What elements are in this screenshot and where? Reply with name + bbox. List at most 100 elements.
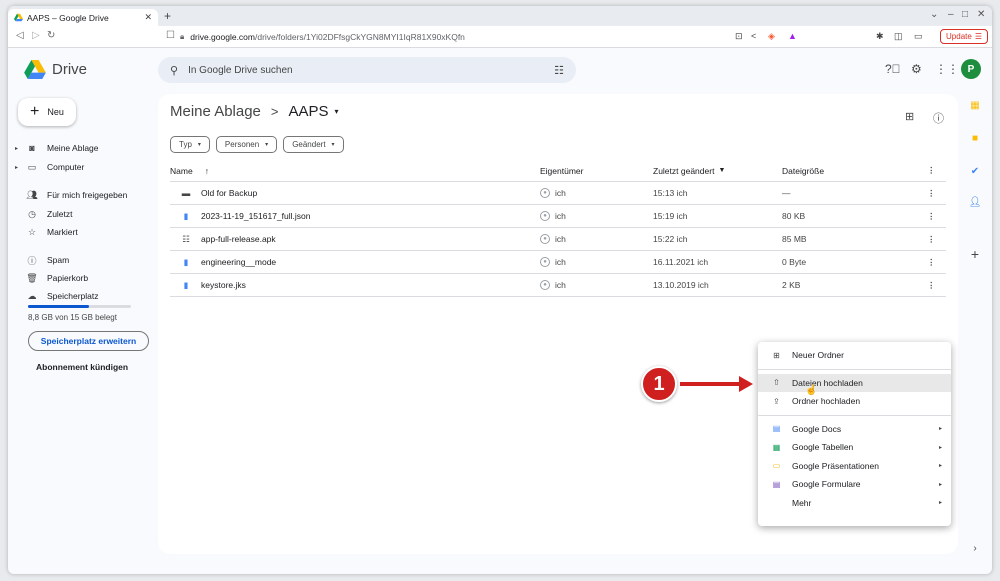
new-tab-icon[interactable]: + xyxy=(164,9,171,23)
new-button[interactable]: + Neu xyxy=(18,98,76,126)
sidebar-item-shared[interactable]: 👥︎ Für mich freigegeben xyxy=(8,187,158,203)
search-icon: ⚲ xyxy=(170,64,179,77)
breadcrumb-current[interactable]: AAPS xyxy=(289,103,329,120)
file-name: Old for Backup xyxy=(201,188,258,198)
chip-type[interactable]: Typ ▾ xyxy=(170,136,210,153)
table-row[interactable]: ▮ 2023-11-19_151617_full.json ● ich 15:19 … xyxy=(170,205,946,228)
help-icon[interactable]: ?⃝ xyxy=(885,62,901,76)
more-options-icon[interactable]: ⋮ xyxy=(927,274,936,296)
share-icon[interactable]: < xyxy=(751,31,756,41)
chip-modified[interactable]: Geändert ▾ xyxy=(283,136,344,153)
address-bar: ◁ ▷ ↻ ☐ 🔒︎ drive.google.com/drive/folder… xyxy=(8,26,992,48)
bookmark-icon[interactable]: ☐ xyxy=(166,30,175,41)
expand-arrow-icon[interactable]: ▸ xyxy=(8,145,18,152)
chip-people[interactable]: Personen ▾ xyxy=(215,136,278,153)
browser-window: AAPS – Google Drive ✕ + ⌄ – □ ✕ ◁ ▷ ↻ ☐ … xyxy=(8,6,992,574)
sidebar-item-starred[interactable]: ☆ Markiert xyxy=(8,224,158,240)
expand-arrow-icon[interactable]: ▸ xyxy=(8,164,18,171)
menu-item-label: Google Formulare xyxy=(792,479,861,490)
file-icon: ▮ xyxy=(183,256,189,267)
sidebar-item-spam[interactable]: ⓘ Spam xyxy=(8,252,158,268)
settings-icon[interactable]: ⚙ xyxy=(911,62,922,76)
table-row[interactable]: ▮ keystore.jks ● ich 13.10.2019 ich 2 KB ⋮ xyxy=(170,274,946,297)
col-modified[interactable]: Zuletzt geändert ▼ xyxy=(653,160,725,181)
grid-view-icon[interactable]: ⊞ xyxy=(905,110,914,123)
more-options-icon[interactable]: ⋮ xyxy=(927,251,936,273)
search-options-icon[interactable]: ☷ xyxy=(554,64,564,77)
forward-icon[interactable]: ▷ xyxy=(32,30,40,41)
maximize-icon[interactable]: □ xyxy=(962,9,968,20)
avatar[interactable]: P xyxy=(961,59,981,79)
more-options-icon[interactable]: ⋮ xyxy=(927,182,936,204)
extend-storage-button[interactable]: Speicherplatz erweitern xyxy=(28,331,149,351)
file-modified: 15:13 ich xyxy=(653,188,688,198)
tab-drive[interactable]: AAPS – Google Drive ✕ xyxy=(8,9,158,26)
minimize-icon[interactable]: – xyxy=(948,9,954,20)
file-size: 85 MB xyxy=(782,234,807,244)
sidebar-item-label: Zuletzt xyxy=(47,209,73,219)
menu-item-google-forms[interactable]: ▤ Google Formulare ▸ xyxy=(758,475,951,494)
table-row[interactable]: ☷ app-full-release.apk ● ich 15:22 ich 85 … xyxy=(170,228,946,251)
file-owner: ich xyxy=(555,234,566,244)
add-addon-icon[interactable]: + xyxy=(967,246,983,262)
table-row[interactable]: ▬ Old for Backup ● ich 15:13 ich — ⋮ xyxy=(170,182,946,205)
brave-shield-icon[interactable]: ◈ xyxy=(768,31,775,42)
calendar-icon[interactable]: ▦ xyxy=(967,97,983,113)
sidebar-item-storage[interactable]: ☁︎ Speicherplatz xyxy=(8,288,158,304)
menu-item-label: Ordner hochladen xyxy=(792,396,861,407)
expand-panel-icon[interactable]: › xyxy=(967,540,983,556)
extensions-icon[interactable]: ✱ xyxy=(876,31,884,42)
url-field[interactable]: 🔒︎ drive.google.com/drive/folders/1Yi02D… xyxy=(180,29,942,45)
menu-item-google-sheets[interactable]: ▦ Google Tabellen ▸ xyxy=(758,438,951,457)
dropdown-caret-icon[interactable]: ▾ xyxy=(335,107,339,116)
brave-rewards-icon[interactable]: ▲ xyxy=(788,31,797,41)
back-icon[interactable]: ◁ xyxy=(16,30,24,41)
keep-icon[interactable]: ■ xyxy=(967,130,983,146)
search-input[interactable]: ⚲ In Google Drive suchen ☷ xyxy=(158,57,576,83)
wallet-icon[interactable]: ▭ xyxy=(914,31,923,42)
new-label: Neu xyxy=(47,107,64,117)
tab-search-icon[interactable]: ⌄ xyxy=(930,9,938,20)
clock-icon: ◷ xyxy=(28,208,36,219)
sidebar-item-my-drive[interactable]: ▸ ◙ Meine Ablage xyxy=(8,140,158,156)
column-options-icon[interactable]: ⋮ xyxy=(927,160,936,181)
menu-item-google-slides[interactable]: ▭ Google Präsentationen ▸ xyxy=(758,457,951,476)
col-name[interactable]: Name ↑ xyxy=(170,160,209,181)
close-window-icon[interactable]: ✕ xyxy=(977,9,985,20)
details-icon[interactable]: ⓘ xyxy=(933,110,944,126)
col-owner[interactable]: Eigentümer xyxy=(540,160,583,181)
menu-item-upload-files[interactable]: ⇧ Dateien hochladen ☝ xyxy=(758,373,951,396)
update-label: Update xyxy=(946,32,972,41)
install-icon[interactable]: ⊡ xyxy=(735,31,743,42)
owner-avatar-icon: ● xyxy=(540,188,550,198)
sidebar-item-trash[interactable]: 🗑︎ Papierkorb xyxy=(8,270,158,286)
sidebar-item-label: Meine Ablage xyxy=(47,143,99,153)
sort-up-icon[interactable]: ↑ xyxy=(205,166,209,176)
tasks-icon[interactable]: ✔ xyxy=(967,163,983,179)
breadcrumb-root[interactable]: Meine Ablage xyxy=(170,103,261,120)
sidebar-item-label: Für mich freigegeben xyxy=(47,190,128,200)
storage-text: 8,8 GB von 15 GB belegt xyxy=(28,313,117,322)
reload-icon[interactable]: ↻ xyxy=(47,30,55,41)
drive-favicon-icon xyxy=(14,13,23,22)
menu-item-google-docs[interactable]: ▤ Google Docs ▸ xyxy=(758,420,951,439)
table-row[interactable]: ▮ engineering__mode ● ich 16.11.2021 ich 0… xyxy=(170,251,946,274)
more-options-icon[interactable]: ⋮ xyxy=(927,205,936,227)
col-size[interactable]: Dateigröße xyxy=(782,160,824,181)
menu-item-new-folder[interactable]: ⊞ Neuer Ordner xyxy=(758,346,951,365)
app-name: Drive xyxy=(52,61,88,78)
menu-item-upload-folder[interactable]: ⇪ Ordner hochladen xyxy=(758,392,951,411)
sidebar-item-computer[interactable]: ▸ ▭ Computer xyxy=(8,159,158,175)
cancel-subscription-link[interactable]: Abonnement kündigen xyxy=(36,362,128,372)
menu-item-label: Dateien hochladen xyxy=(792,377,863,388)
contacts-icon[interactable]: 👤︎ xyxy=(967,194,983,210)
drive-header: Drive ⚲ In Google Drive suchen ☷ ?⃝ ⚙ ⋮⋮… xyxy=(8,48,992,94)
sidebar-toggle-icon[interactable]: ◫ xyxy=(894,31,903,42)
more-options-icon[interactable]: ⋮ xyxy=(927,228,936,250)
sidebar-item-recent[interactable]: ◷ Zuletzt xyxy=(8,206,158,222)
drive-logo[interactable]: Drive xyxy=(24,60,87,79)
apps-grid-icon[interactable]: ⋮⋮ xyxy=(935,62,959,76)
update-button[interactable]: Update ☰ xyxy=(940,29,988,44)
tab-close-icon[interactable]: ✕ xyxy=(144,12,152,23)
menu-item-more[interactable]: Mehr ▸ xyxy=(758,494,951,513)
